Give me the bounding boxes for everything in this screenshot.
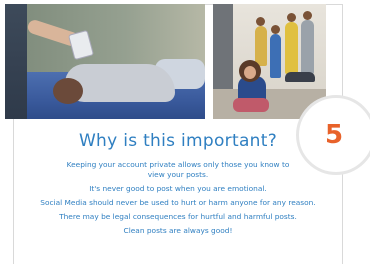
photo-girl-on-floor [213,4,326,119]
slide-body: Keeping your account private allows only… [13,160,343,240]
point-4: There may be legal consequences for hurt… [59,212,297,221]
point-1: Keeping your account private allows only… [66,160,290,179]
slide-title: Why is this important? [78,131,278,151]
point-5: Clean posts are always good! [123,226,233,235]
point-3: Social Media should never be used to hur… [40,198,316,207]
point-2: It's never good to post when you are emo… [89,184,267,193]
photo-person-on-bed [5,4,205,119]
slide-page: 5 Why is this important? Keeping your ac… [0,0,370,264]
